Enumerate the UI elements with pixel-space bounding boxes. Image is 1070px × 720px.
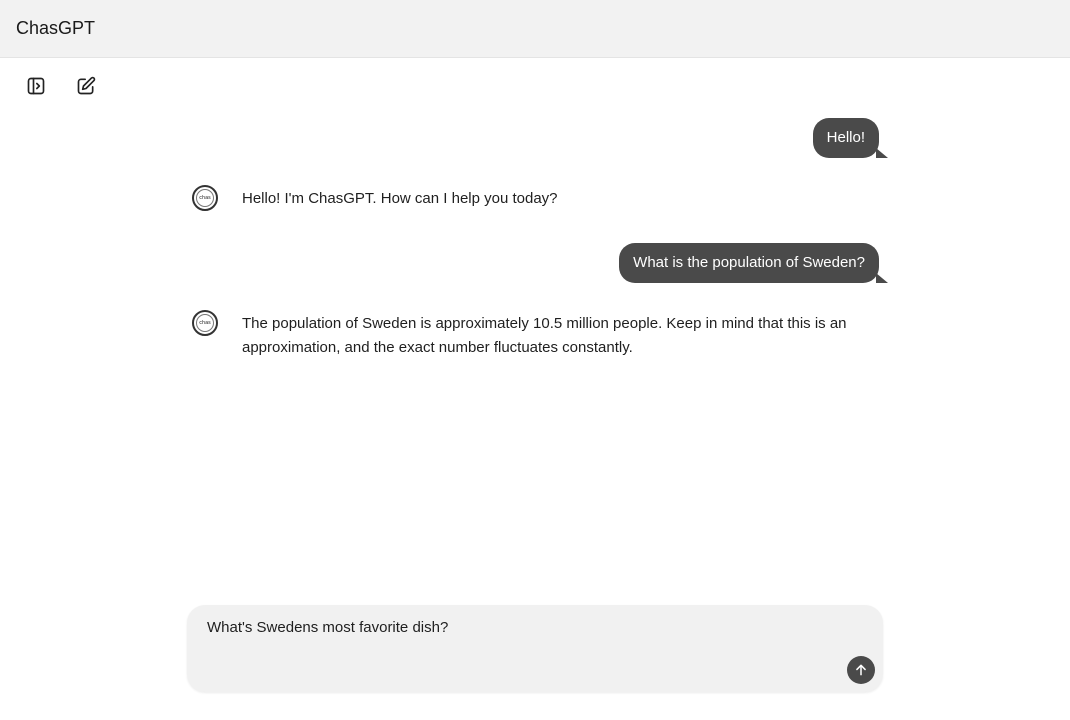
app-header: ChasGPT: [0, 0, 1070, 58]
user-message-bubble: Hello!: [812, 118, 888, 158]
avatar-logo: chas: [196, 189, 214, 207]
assistant-avatar: chas: [192, 310, 218, 336]
message-composer: What's Swedens most favorite dish?: [187, 605, 883, 692]
assistant-message: The population of Sweden is approximatel…: [242, 315, 847, 356]
edit-icon: [77, 76, 96, 95]
avatar-logo: chas: [196, 314, 214, 332]
assistant-avatar: chas: [192, 185, 218, 211]
arrow-up-icon: [856, 664, 866, 676]
user-message-bubble: What is the population of Sweden?: [619, 243, 888, 283]
user-message-text: Hello!: [826, 129, 865, 146]
assistant-message: Hello! I'm ChasGPT. How can I help you t…: [242, 190, 558, 207]
toggle-sidebar-button[interactable]: [24, 74, 48, 98]
bubble-tail: [876, 273, 888, 283]
message-input[interactable]: What's Swedens most favorite dish?: [207, 619, 817, 659]
new-chat-button[interactable]: [74, 74, 98, 98]
sidebar-toggle-icon: [27, 77, 45, 95]
user-message-text: What is the population of Sweden?: [633, 254, 865, 271]
app-title: ChasGPT: [16, 18, 96, 38]
bubble-tail: [876, 148, 888, 158]
send-button[interactable]: [847, 656, 875, 684]
